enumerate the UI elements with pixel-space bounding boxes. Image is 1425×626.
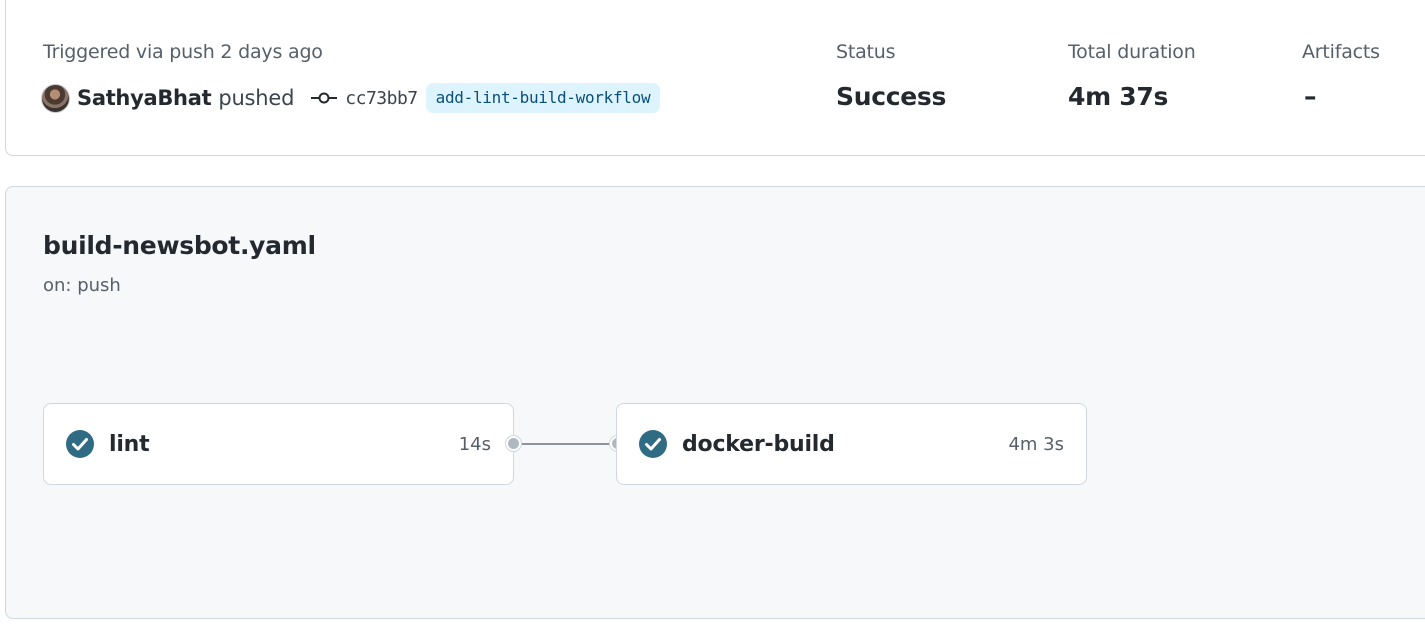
job-duration: 14s <box>458 433 491 455</box>
workflow-graph-panel: build-newsbot.yaml on: push lint 14s doc… <box>5 186 1425 619</box>
job-output-dot <box>506 436 521 451</box>
branch-badge[interactable]: add-lint-build-workflow <box>425 83 661 113</box>
duration-value: 4m 37s <box>1068 82 1169 111</box>
job-name: docker-build <box>682 431 835 457</box>
trigger-label: Triggered via push 2 days ago <box>43 41 323 63</box>
artifacts-label: Artifacts <box>1302 41 1380 63</box>
commit-sha-link[interactable]: cc73bb7 <box>345 88 418 109</box>
run-summary-card: Triggered via push 2 days ago SathyaBhat… <box>5 0 1425 156</box>
job-card-docker-build[interactable]: docker-build 4m 3s <box>616 403 1087 485</box>
duration-label: Total duration <box>1068 41 1196 63</box>
workflow-file-name[interactable]: build-newsbot.yaml <box>43 231 316 260</box>
artifacts-value: – <box>1304 82 1317 111</box>
actor-action: pushed <box>218 86 295 110</box>
actor-row: SathyaBhat pushed cc73bb7 add-lint-build… <box>41 82 661 114</box>
check-circle-icon <box>66 430 94 458</box>
workflow-trigger: on: push <box>43 275 121 296</box>
job-connector-line <box>520 443 618 445</box>
actor-name-link[interactable]: SathyaBhat <box>77 86 212 110</box>
git-commit-icon <box>311 92 338 104</box>
check-circle-icon <box>639 430 667 458</box>
avatar[interactable] <box>41 83 70 113</box>
job-duration: 4m 3s <box>1008 433 1064 455</box>
job-card-lint[interactable]: lint 14s <box>43 403 514 485</box>
job-name: lint <box>109 431 150 457</box>
status-value: Success <box>836 82 947 111</box>
status-label: Status <box>836 41 896 63</box>
